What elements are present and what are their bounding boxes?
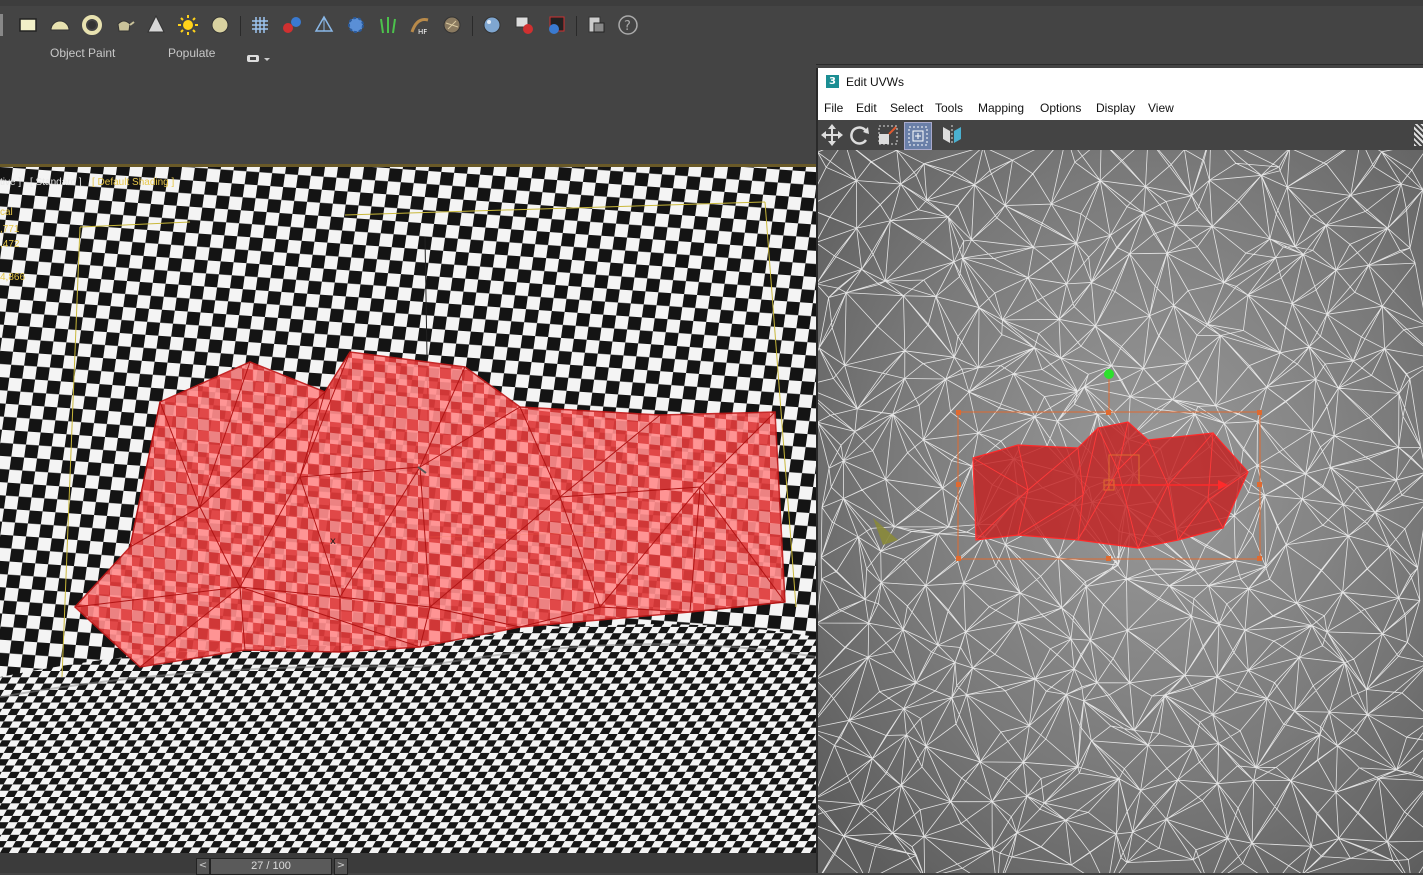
uvw-menu-bar: File Edit Select Tools Mapping Options D… — [818, 96, 1423, 121]
time-next-button[interactable]: > — [334, 858, 348, 875]
tab-populate[interactable]: Populate — [168, 46, 215, 60]
prism-icon[interactable] — [312, 13, 336, 37]
menu-select[interactable]: Select — [890, 101, 923, 115]
viewport-label-standard[interactable]: [ Standard ] — [30, 177, 82, 188]
cone-icon[interactable] — [144, 13, 168, 37]
texture-icon[interactable] — [440, 13, 464, 37]
uv-editor-canvas[interactable] — [818, 150, 1423, 873]
plane-icon[interactable] — [16, 13, 40, 37]
gear-icon[interactable] — [344, 13, 368, 37]
sphere-icon[interactable] — [208, 13, 232, 37]
menu-options[interactable]: Options — [1040, 101, 1081, 115]
render-frame-icon[interactable] — [544, 13, 568, 37]
sphere-render-icon[interactable] — [480, 13, 504, 37]
grid-icon[interactable] — [248, 13, 272, 37]
toolbar-separator — [576, 16, 577, 36]
freeform-icon[interactable] — [904, 122, 932, 150]
mirror-icon[interactable] — [940, 123, 964, 147]
stat-value: ,472 — [0, 239, 20, 250]
sun-light-icon[interactable] — [176, 13, 200, 37]
svg-text:x: x — [330, 536, 336, 547]
move-icon[interactable] — [820, 123, 844, 147]
menu-view[interactable]: View — [1148, 101, 1174, 115]
floor-plane — [0, 624, 816, 853]
material-editor-icon[interactable] — [584, 13, 608, 37]
grass-icon[interactable] — [376, 13, 400, 37]
stat-value: ,771 — [0, 224, 20, 235]
svg-text:HF: HF — [418, 28, 427, 36]
menu-mapping[interactable]: Mapping — [978, 101, 1024, 115]
toolbar-separator — [240, 16, 241, 36]
uv-mesh-view — [818, 150, 1423, 873]
time-slider-frame[interactable]: 27 / 100 — [210, 858, 332, 875]
menu-display[interactable]: Display — [1096, 101, 1135, 115]
upper-toolbar-strip — [0, 0, 1423, 6]
menu-edit[interactable]: Edit — [856, 101, 877, 115]
molecule-icon[interactable] — [280, 13, 304, 37]
sphere-half-icon[interactable] — [48, 13, 72, 37]
perspective-viewport[interactable]: x tive ] [ Standard ] [ Default Shading … — [0, 167, 816, 853]
ribbon-tab-bar: Object Paint Populate — [0, 44, 1423, 65]
viewport-label-shading[interactable]: [ Default Shading ] — [92, 177, 174, 188]
rotate-icon[interactable] — [848, 123, 872, 147]
toolbar-grip[interactable] — [0, 14, 3, 36]
ring-icon[interactable] — [80, 13, 104, 37]
edit-uvws-window: 3 Edit UVWs File Edit Select Tools Mappi… — [816, 68, 1423, 873]
window-title: Edit UVWs — [846, 75, 905, 89]
tab-object-paint[interactable]: Object Paint — [50, 46, 115, 60]
teapot-icon[interactable] — [112, 13, 136, 37]
main-toolbar: HF ? — [0, 0, 1423, 45]
time-prev-button[interactable]: < — [196, 858, 210, 875]
ribbon-panel — [0, 64, 816, 164]
viewport-scene: x — [0, 167, 816, 853]
menu-tools[interactable]: Tools — [935, 101, 963, 115]
stat-value: 4,866 — [0, 272, 26, 283]
render-setup-icon[interactable] — [512, 13, 536, 37]
menu-file[interactable]: File — [824, 101, 843, 115]
time-slider-bar: < 27 / 100 > — [0, 853, 816, 875]
uvw-toolbar — [818, 120, 1423, 150]
viewport-label-prefix[interactable]: tive ] — [0, 177, 21, 188]
scale-icon[interactable] — [876, 123, 900, 147]
stat-label: cal — [0, 207, 13, 218]
toolbar-overflow-handle[interactable] — [1414, 124, 1423, 146]
ribbon-options-dropdown[interactable] — [246, 49, 272, 62]
chevron-down-icon — [264, 58, 270, 61]
hair-fur-icon[interactable]: HF — [408, 13, 432, 37]
toolbar-separator — [472, 16, 473, 36]
window-titlebar[interactable]: 3 Edit UVWs — [818, 68, 1423, 96]
app-logo-icon: 3 — [826, 75, 839, 88]
svg-text:?: ? — [624, 19, 631, 34]
help-icon[interactable]: ? — [616, 13, 640, 37]
